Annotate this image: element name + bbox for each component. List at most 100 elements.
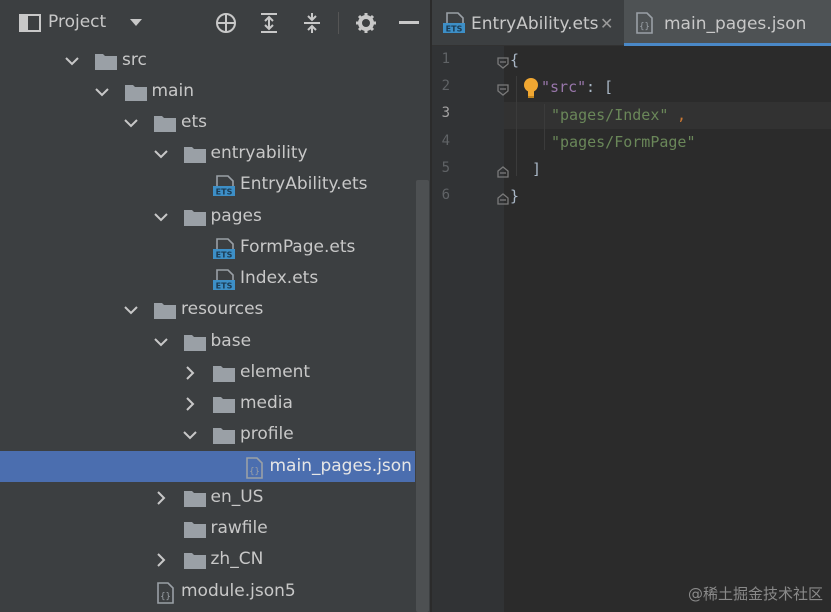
tree-item-label: ets xyxy=(181,112,207,132)
line-number: 4 xyxy=(441,133,450,149)
code-editor[interactable]: { "src" : [ "pages/Index" , "pages/FormP… xyxy=(504,46,831,612)
chevron-down-icon[interactable] xyxy=(94,84,110,100)
tree-item-label: EntryAbility.ets xyxy=(240,174,368,194)
tree-item[interactable]: zh_CN xyxy=(0,544,430,575)
chevron-down-icon[interactable] xyxy=(123,115,139,131)
ets-file-icon: ETS xyxy=(442,12,466,34)
chevron-right-icon[interactable] xyxy=(182,396,198,412)
folder-icon xyxy=(94,51,118,71)
folder-icon xyxy=(183,144,207,164)
json-string: "pages/FormPage" xyxy=(551,133,696,151)
tree-item[interactable]: ETS FormPage.ets xyxy=(0,232,430,263)
tree-item[interactable]: ets xyxy=(0,107,430,138)
tree-item[interactable]: media xyxy=(0,388,430,419)
tree-item-label: module.json5 xyxy=(181,581,296,601)
chevron-right-icon[interactable] xyxy=(153,552,169,568)
chevron-down-icon[interactable] xyxy=(182,427,198,443)
project-view-icon[interactable] xyxy=(18,10,42,36)
project-panel-title[interactable]: Project xyxy=(48,12,106,32)
svg-text:ETS: ETS xyxy=(216,188,233,197)
project-panel: Project src main ets entryability ETS EntryAb… xyxy=(0,0,430,612)
tree-item-label: entryability xyxy=(210,143,308,163)
hide-panel-icon[interactable] xyxy=(396,10,422,36)
chevron-down-icon[interactable] xyxy=(64,53,80,69)
watermark: @稀土掘金技术社区 xyxy=(687,585,823,603)
tree-item[interactable]: main xyxy=(0,76,430,107)
chevron-down-icon[interactable] xyxy=(153,209,169,225)
folder-icon xyxy=(124,82,148,102)
json-file-icon: {} xyxy=(632,12,656,34)
line-number: 2 xyxy=(441,78,450,94)
folder-icon xyxy=(212,425,236,445)
tree-item[interactable]: resources xyxy=(0,294,430,325)
tab-main-pages-json[interactable]: {} main_pages.json xyxy=(624,0,831,46)
tree-item[interactable]: element xyxy=(0,357,430,388)
close-icon[interactable]: ✕ xyxy=(600,14,613,33)
tab-label: EntryAbility.ets xyxy=(471,14,599,34)
tree-item[interactable]: en_US xyxy=(0,482,430,513)
editor-gutter: 1 2 3 4 5 6 xyxy=(432,46,509,612)
tree-item-label: element xyxy=(240,362,311,382)
line-number: 6 xyxy=(441,187,450,203)
chevron-right-icon[interactable] xyxy=(153,490,169,506)
line-number: 5 xyxy=(441,160,450,176)
svg-text:ETS: ETS xyxy=(216,251,233,260)
folder-icon xyxy=(183,207,207,227)
json-comma: , xyxy=(677,106,687,124)
svg-text:{}: {} xyxy=(249,467,260,477)
tree-item-label: Index.ets xyxy=(240,268,319,288)
chevron-down-icon[interactable] xyxy=(153,146,169,162)
tab-entryability-ets[interactable]: ETS EntryAbility.ets ✕ xyxy=(432,0,622,46)
tree-item-label: en_US xyxy=(210,487,264,507)
tree-item-label: src xyxy=(122,50,147,70)
chevron-down-icon[interactable] xyxy=(123,302,139,318)
svg-text:{}: {} xyxy=(639,22,650,32)
tree-item[interactable]: entryability xyxy=(0,138,430,169)
tree-item-label: base xyxy=(210,331,252,351)
tab-label: main_pages.json xyxy=(664,14,807,34)
ets-file-icon: ETS xyxy=(212,269,236,291)
tree-item[interactable]: base xyxy=(0,326,430,357)
tree-item[interactable]: ETS EntryAbility.ets xyxy=(0,169,430,200)
json-file-icon: {} xyxy=(153,582,177,604)
folder-icon xyxy=(212,363,236,383)
gear-icon[interactable] xyxy=(353,10,379,36)
tree-item[interactable]: {} module.json5 xyxy=(0,576,430,607)
line-number: 1 xyxy=(441,51,450,67)
tree-item-label: resources xyxy=(181,299,264,319)
tree-item-label: media xyxy=(240,393,293,413)
folder-icon xyxy=(212,394,236,414)
tree-item[interactable]: rawfile xyxy=(0,513,430,544)
folder-icon xyxy=(153,113,177,133)
chevron-down-icon[interactable] xyxy=(126,10,146,36)
folder-icon xyxy=(183,332,207,352)
tree-item[interactable]: ETS Index.ets xyxy=(0,263,430,294)
chevron-down-icon[interactable] xyxy=(153,334,169,350)
json-key: "src" xyxy=(541,78,587,96)
tree-item[interactable]: src xyxy=(0,45,430,76)
folder-icon xyxy=(183,519,207,539)
tree-item-label: main xyxy=(151,81,194,101)
editor-tab-bar: ETS EntryAbility.ets ✕ {} main_pages.jso… xyxy=(432,0,831,46)
code-line-1: { xyxy=(510,51,520,69)
tree-item[interactable]: pages xyxy=(0,201,430,232)
ets-file-icon: ETS xyxy=(212,175,236,197)
line-number: 3 xyxy=(441,105,450,121)
editor: ETS EntryAbility.ets ✕ {} main_pages.jso… xyxy=(432,0,831,612)
svg-text:{}: {} xyxy=(160,592,171,602)
code-line-5: ] xyxy=(532,160,542,178)
folder-icon xyxy=(183,488,207,508)
tree-item-label: profile xyxy=(240,424,294,444)
tree-item[interactable]: {} main_pages.json xyxy=(0,451,430,482)
expand-all-icon[interactable] xyxy=(256,10,282,36)
indent-guide xyxy=(516,76,517,176)
tree-item-label: zh_CN xyxy=(210,549,264,569)
tree-item-label: FormPage.ets xyxy=(240,237,356,257)
collapse-all-icon[interactable] xyxy=(299,10,325,36)
json-file-icon: {} xyxy=(242,457,266,479)
locate-file-icon[interactable] xyxy=(213,10,239,36)
lightbulb-icon[interactable] xyxy=(522,77,540,99)
chevron-right-icon[interactable] xyxy=(182,365,198,381)
scrollbar-thumb[interactable] xyxy=(416,180,429,612)
tree-item[interactable]: profile xyxy=(0,419,430,450)
